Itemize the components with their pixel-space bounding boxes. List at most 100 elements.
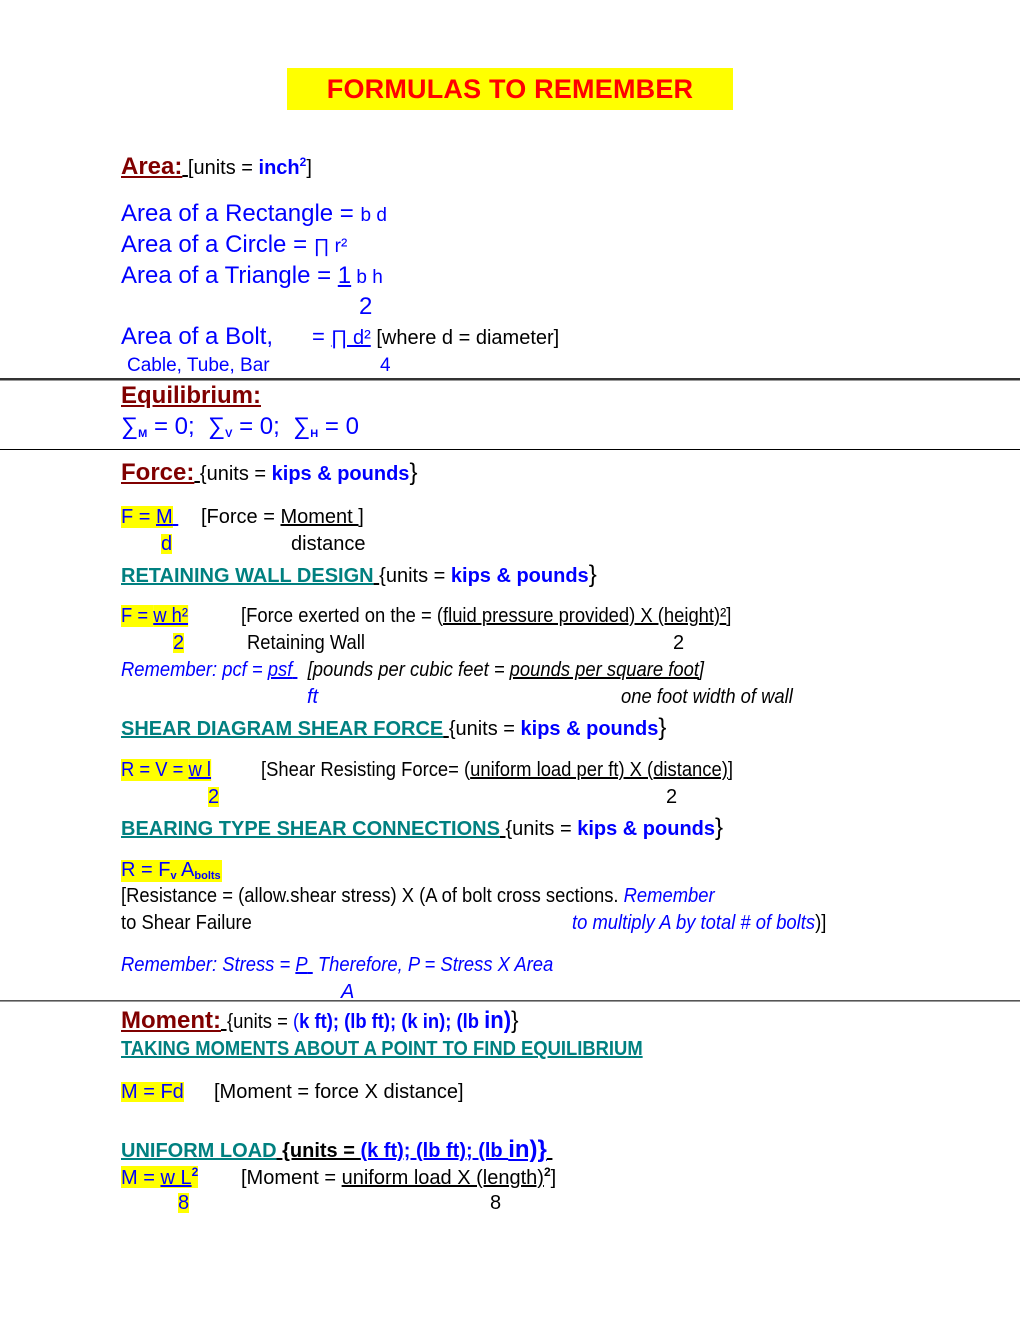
divider-shadow bbox=[0, 1001, 1020, 1002]
bearing-formula-sub2: bolts bbox=[194, 870, 221, 882]
shear-diagram-heading: SHEAR DIAGRAM SHEAR FORCE bbox=[121, 718, 444, 740]
remember-numerator: psf bbox=[267, 659, 293, 681]
retaining-wall-units-suffix: } bbox=[588, 561, 597, 588]
equilibrium-term-moment: ∑M = 0; bbox=[121, 413, 195, 440]
shear-diagram-section-header: SHEAR DIAGRAM SHEAR FORCE {units = kips … bbox=[121, 716, 666, 740]
bearing-formula-lhs: R = F bbox=[121, 859, 171, 881]
bearing-desc-remember: Remember bbox=[623, 885, 715, 907]
bearing-units-suffix: } bbox=[715, 814, 724, 841]
uniform-load-formula: M = w L2 bbox=[121, 1166, 199, 1189]
area-bolt-denominator: 4 bbox=[380, 355, 391, 376]
shear-diagram-desc-denominator: 2 bbox=[666, 786, 678, 808]
area-circle-label: Area of a Circle = bbox=[121, 231, 314, 258]
area-bolt-note: [where d = diameter] bbox=[370, 327, 560, 349]
bearing-heading: BEARING TYPE SHEAR CONNECTIONS bbox=[121, 818, 500, 840]
stress-remember: Remember: Stress = P Therefore, P = Stre… bbox=[121, 955, 553, 975]
force-heading: Force: bbox=[121, 459, 195, 486]
bearing-units-prefix: {units = bbox=[505, 818, 578, 840]
area-rectangle-label: Area of a Rectangle = bbox=[121, 200, 361, 227]
shear-diagram-units-suffix: } bbox=[658, 714, 667, 741]
shear-diagram-units-prefix: {units = bbox=[448, 718, 521, 740]
force-formula-numerator: M bbox=[156, 506, 173, 528]
equilibrium-heading: Equilibrium: bbox=[121, 382, 261, 409]
bearing-desc-line1: [Resistance = (allow.shear stress) X (A … bbox=[121, 886, 715, 906]
uniform-load-desc-underlined: uniform load X (length) bbox=[341, 1167, 544, 1189]
area-triangle-label: Area of a Triangle = bbox=[121, 262, 338, 289]
shear-diagram-formula: R = V = w l bbox=[121, 759, 212, 781]
uniform-load-desc: [Moment = uniform load X (length)2] bbox=[241, 1166, 556, 1188]
page-title: FORMULAS TO REMEMBER bbox=[287, 68, 733, 110]
equilibrium-term-vertical: ∑V = 0; bbox=[208, 413, 280, 440]
bearing-desc-remember2: to multiply A by total # of bolts bbox=[572, 912, 816, 934]
area-bolt-label: Area of a Bolt, bbox=[121, 323, 274, 350]
area-triangle-rest: b h bbox=[351, 267, 383, 288]
retaining-wall-section-header: RETAINING WALL DESIGN {units = kips & po… bbox=[121, 563, 597, 587]
moment-formula: M = Fd bbox=[121, 1081, 184, 1103]
equilibrium-formula: ∑M = 0; ∑V = 0; ∑H = 0 bbox=[121, 415, 359, 440]
divider bbox=[0, 449, 1020, 450]
retaining-wall-heading: RETAINING WALL DESIGN bbox=[121, 565, 374, 587]
remember-prefix: Remember: pcf = bbox=[121, 659, 268, 681]
stress-rest: Therefore, P = Stress X Area bbox=[312, 954, 554, 976]
retaining-wall-formula-denominator: 2 bbox=[173, 632, 185, 654]
area-bolt-equals: = bbox=[312, 324, 331, 349]
area-units-value: inch bbox=[258, 157, 300, 179]
moment-section-header: Moment: {units = (k ft); (lb ft); (k in)… bbox=[121, 1009, 543, 1033]
retaining-wall-units-prefix: {units = bbox=[379, 565, 451, 587]
uniform-load-units-prefix: {units = bbox=[282, 1140, 361, 1162]
force-units-prefix: {units = bbox=[199, 463, 272, 485]
retaining-wall-desc-line2: Retaining Wall bbox=[247, 632, 365, 654]
uniform-load-formula-denominator: 8 bbox=[178, 1192, 190, 1214]
taking-moments-heading: TAKING MOMENTS ABOUT A POINT TO FIND EQU… bbox=[121, 1038, 643, 1060]
uniform-load-section-header: UNIFORM LOAD {units = (k ft); (lb ft); (… bbox=[121, 1138, 552, 1162]
moment-heading: Moment: bbox=[121, 1007, 221, 1034]
shear-diagram-desc-close: ] bbox=[727, 759, 733, 781]
bearing-desc-line2-right: to multiply A by total # of bolts)] bbox=[572, 913, 826, 933]
shear-diagram-formula-numerator: w l bbox=[188, 759, 212, 781]
retaining-wall-desc-denominator: 2 bbox=[673, 632, 685, 654]
divider-shadow bbox=[0, 380, 1020, 381]
stress-denominator: A bbox=[341, 981, 355, 1003]
shear-diagram-desc: [Shear Resisting Force= (uniform load pe… bbox=[261, 760, 733, 780]
retaining-wall-units-value: kips & pounds bbox=[450, 565, 589, 587]
retaining-wall-desc-close: ] bbox=[726, 605, 732, 627]
moment-desc: [Moment = force X distance] bbox=[214, 1081, 464, 1103]
remember-close: ] bbox=[698, 659, 705, 681]
moment-units: {units = (k ft); (lb ft); (k in); (lb in… bbox=[226, 1007, 518, 1034]
area-bolt-numerator: ∏ d² bbox=[330, 327, 371, 349]
force-desc-denominator: distance bbox=[291, 533, 366, 555]
area-bolt-sublabel: Cable, Tube, Bar bbox=[127, 355, 270, 376]
retaining-wall-formula: F = w h² bbox=[121, 605, 188, 627]
uniform-load-desc-close: ] bbox=[550, 1167, 557, 1189]
area-rectangle-formula: b d bbox=[360, 205, 387, 226]
stress-prefix: Remember: Stress = bbox=[121, 954, 296, 976]
force-formula-lhs: F = bbox=[121, 506, 157, 528]
uniform-load-desc-denominator: 8 bbox=[490, 1192, 502, 1214]
uniform-load-desc-sup: 2 bbox=[543, 1165, 551, 1179]
uniform-load-formula-numerator: w L bbox=[160, 1167, 192, 1189]
bearing-desc-close: )] bbox=[815, 912, 827, 934]
area-triangle-denominator: 2 bbox=[359, 293, 373, 320]
force-units-value: kips & pounds bbox=[271, 463, 410, 485]
area-triangle: Area of a Triangle = 1 b h bbox=[121, 264, 383, 288]
force-formula-denominator: d bbox=[161, 533, 173, 555]
retaining-wall-desc-line1: [Force exerted on the = ( bbox=[241, 605, 443, 627]
retaining-wall-remember-sub: one foot width of wall bbox=[621, 686, 793, 708]
retaining-wall-remember: Remember: pcf = psf [pounds per cubic fe… bbox=[121, 660, 704, 680]
shear-diagram-formula-denominator: 2 bbox=[208, 786, 220, 808]
bearing-formula: R = Fv Abolts bbox=[121, 860, 222, 882]
area-heading: Area: bbox=[121, 153, 183, 180]
area-triangle-numerator: 1 bbox=[337, 262, 352, 289]
area-rectangle: Area of a Rectangle = b d bbox=[121, 202, 387, 226]
retaining-wall-formula-lhs: F = bbox=[121, 605, 154, 627]
force-units-suffix: } bbox=[409, 459, 418, 486]
bearing-desc-text: [Resistance = (allow.shear stress) X (A … bbox=[121, 885, 624, 907]
remember-bracket: [pounds per cubic feet = bbox=[307, 659, 510, 681]
area-circle-formula: ∏ r² bbox=[313, 236, 348, 257]
area-bolt-formula: = ∏ d² [where d = diameter] bbox=[312, 324, 560, 349]
retaining-wall-desc-underlined: fluid pressure provided) X (height)² bbox=[442, 605, 727, 627]
bearing-units-value: kips & pounds bbox=[577, 818, 716, 840]
force-desc-prefix: [Force = bbox=[201, 506, 281, 528]
shear-diagram-desc-underlined: uniform load per ft) X (distance) bbox=[470, 759, 728, 781]
area-section-header: Area: [units = inch2] bbox=[121, 155, 312, 179]
